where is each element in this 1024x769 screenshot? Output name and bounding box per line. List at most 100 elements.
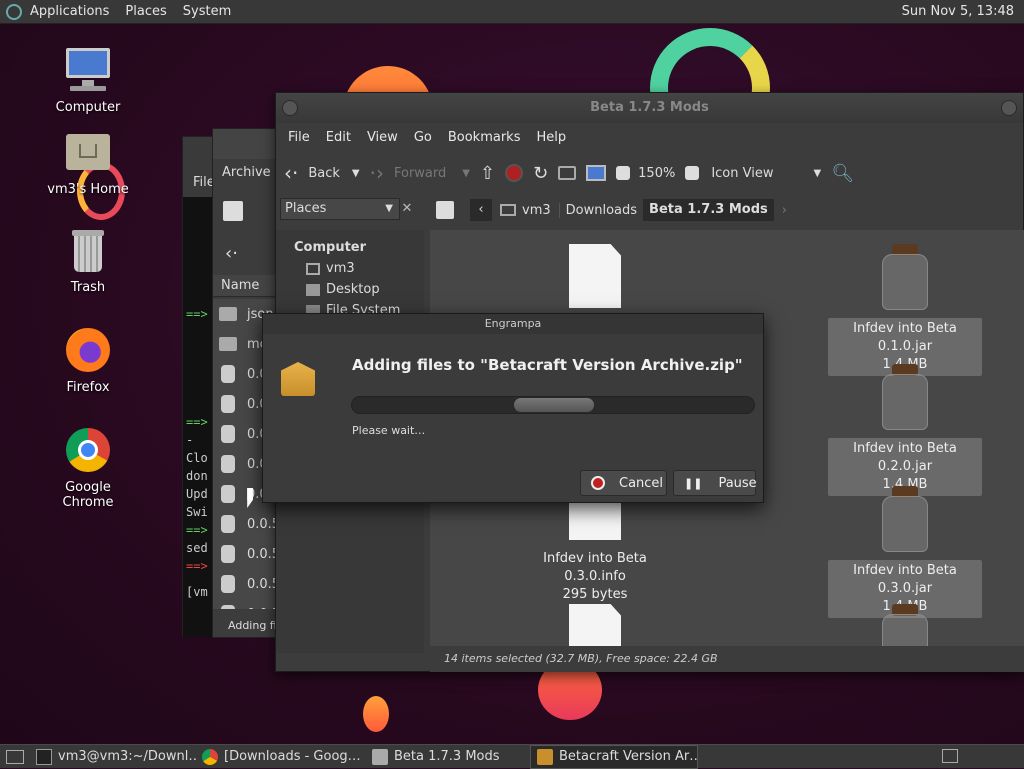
taskbar-item[interactable]: Beta 1.7.3 Mods bbox=[366, 745, 530, 769]
menu-go[interactable]: Go bbox=[406, 130, 440, 145]
places-select[interactable]: Places ▼ bbox=[280, 198, 400, 220]
jar-file-icon bbox=[882, 244, 928, 310]
menu-view[interactable]: View bbox=[359, 130, 406, 145]
file-item[interactable] bbox=[518, 244, 672, 316]
breadcrumb-right-icon[interactable]: › bbox=[774, 203, 795, 218]
cancel-button[interactable]: Cancel bbox=[580, 470, 667, 496]
forward-label: Forward bbox=[393, 165, 447, 181]
menu-help[interactable]: Help bbox=[528, 130, 574, 145]
reload-icon[interactable]: ↻ bbox=[533, 163, 548, 184]
zoom-in-icon[interactable] bbox=[685, 166, 700, 180]
menu-edit[interactable]: Edit bbox=[318, 130, 359, 145]
edit-location-icon[interactable] bbox=[436, 201, 454, 219]
places-menu[interactable]: Places bbox=[117, 4, 174, 19]
status-bar: 14 items selected (32.7 MB), Free space:… bbox=[430, 646, 1024, 672]
menu-bookmarks[interactable]: Bookmarks bbox=[440, 130, 529, 145]
top-panel: Applications Places System Sun Nov 5, 13… bbox=[0, 0, 1024, 24]
column-header-name[interactable]: Name bbox=[213, 275, 283, 297]
search-icon[interactable]: 🔍︎ bbox=[831, 163, 854, 184]
file-item[interactable]: Infdev into Beta 0.3.0.info 295 bytes bbox=[518, 486, 672, 606]
clock[interactable]: Sun Nov 5, 13:48 bbox=[902, 4, 1014, 19]
desktop-icon-trash[interactable]: Trash bbox=[38, 226, 138, 295]
archive-list-item[interactable]: 0.0.5 bbox=[213, 599, 283, 609]
jar-file-icon bbox=[221, 545, 235, 563]
document-icon bbox=[569, 244, 621, 308]
archive-icon bbox=[537, 748, 553, 765]
applications-menu[interactable]: Applications bbox=[22, 4, 117, 19]
archive-list-item[interactable]: 0.0.5 bbox=[213, 539, 283, 569]
taskbar-item-label: Beta 1.7.3 Mods bbox=[394, 749, 500, 764]
up-arrow-icon[interactable]: ⇧ bbox=[480, 163, 495, 184]
sidebar-item-desktop[interactable]: Desktop bbox=[306, 282, 424, 297]
chevron-down-icon: ▼ bbox=[385, 203, 393, 214]
desktop-icon-firefox[interactable]: Firefox bbox=[38, 326, 138, 395]
system-menu[interactable]: System bbox=[175, 4, 239, 19]
pause-button[interactable]: ❚❚ Pause bbox=[673, 470, 757, 496]
breadcrumb-item-current[interactable]: Beta 1.7.3 Mods bbox=[643, 199, 774, 221]
toolbar: ‹· Back ▼ ·› Forward ▼ ⇧ ↻ 150% Icon Vie… bbox=[276, 151, 1023, 195]
folder-icon bbox=[372, 748, 388, 765]
window-maximize-button[interactable] bbox=[1001, 100, 1017, 116]
jar-file-icon bbox=[221, 455, 235, 473]
jar-file-icon bbox=[221, 485, 235, 503]
desktop-icon-chrome[interactable]: Google Chrome bbox=[38, 426, 138, 510]
window-titlebar[interactable]: Beta 1.7.3 Mods bbox=[276, 93, 1023, 123]
window-menu-icon[interactable] bbox=[282, 100, 298, 116]
file-item[interactable]: Infdev into Beta 0.2.0.jar 1.4 MB bbox=[828, 364, 982, 496]
desktop-icon-computer[interactable]: Computer bbox=[38, 46, 138, 115]
back-arrow-icon[interactable]: ‹· bbox=[225, 243, 238, 264]
back-arrow-icon: ‹· bbox=[284, 161, 299, 185]
cancel-label: Cancel bbox=[619, 475, 664, 491]
forward-dropdown-icon[interactable]: ▼ bbox=[462, 168, 470, 179]
home-folder-icon bbox=[306, 262, 320, 275]
chrome-icon bbox=[202, 748, 218, 765]
close-sidebar-icon[interactable]: ✕ bbox=[396, 198, 418, 220]
new-archive-icon[interactable] bbox=[223, 201, 243, 221]
workspace-switcher-icon[interactable] bbox=[942, 749, 958, 763]
taskbar-item[interactable]: vm3@vm3:~/Downl… bbox=[30, 745, 196, 769]
menu-bar: File Edit View Go Bookmarks Help bbox=[276, 123, 1023, 151]
desktop-icon-label: vm3's Home bbox=[47, 182, 129, 197]
show-desktop-icon[interactable] bbox=[6, 749, 24, 764]
sidebar-item-label: Desktop bbox=[326, 282, 380, 297]
archive-list-item[interactable]: 0.0.5 bbox=[213, 569, 283, 599]
breadcrumb-home-icon bbox=[500, 204, 516, 216]
breadcrumb-item[interactable]: Downloads bbox=[558, 202, 643, 218]
desktop-icon-home[interactable]: vm3's Home bbox=[38, 128, 138, 197]
back-dropdown-icon[interactable]: ▼ bbox=[352, 168, 360, 179]
desktop-folder-icon bbox=[306, 283, 320, 296]
breadcrumb-left-icon[interactable]: ‹ bbox=[470, 199, 492, 221]
taskbar: vm3@vm3:~/Downl… [Downloads - Goog… Beta 1… bbox=[30, 744, 698, 769]
menu-file[interactable]: File bbox=[280, 130, 318, 145]
desktop-icon-label: Firefox bbox=[66, 380, 110, 395]
forward-button[interactable]: ·› Forward ▼ bbox=[370, 161, 470, 185]
archive-list-item[interactable]: 0.0.5 bbox=[213, 509, 283, 539]
folder-icon bbox=[219, 337, 237, 351]
pause-label: Pause bbox=[718, 475, 757, 491]
zoom-out-icon[interactable] bbox=[616, 166, 631, 180]
stop-icon[interactable] bbox=[505, 164, 524, 182]
view-mode-select[interactable]: Icon View ▼ bbox=[711, 166, 821, 181]
file-item[interactable]: Infdev into Beta 0.3.0.jar 1.4 MB bbox=[828, 486, 982, 618]
progress-dialog[interactable]: Engrampa Adding files to "Betacraft Vers… bbox=[262, 313, 764, 503]
zoom-level[interactable]: 150% bbox=[638, 166, 675, 181]
taskbar-item[interactable]: Betacraft Version Ar… bbox=[530, 744, 698, 769]
file-name: Infdev into Beta 0.3.0.info bbox=[543, 551, 647, 584]
progress-bar bbox=[351, 396, 755, 414]
computer-icon[interactable] bbox=[586, 165, 607, 181]
file-item[interactable]: Infdev into Beta 0.1.0.jar 1.4 MB bbox=[828, 244, 982, 376]
sidebar-item-label: vm3 bbox=[326, 261, 355, 276]
back-button[interactable]: ‹· Back ▼ bbox=[284, 161, 360, 185]
jar-file-icon bbox=[882, 486, 928, 552]
taskbar-item-label: vm3@vm3:~/Downl… bbox=[58, 749, 196, 764]
file-name: Infdev into Beta 0.3.0.jar bbox=[853, 563, 957, 596]
sidebar-item-vm3[interactable]: vm3 bbox=[306, 261, 424, 276]
archive-window-title: Archive bbox=[222, 165, 271, 180]
jar-file-icon bbox=[221, 425, 235, 443]
home-icon[interactable] bbox=[558, 166, 577, 180]
breadcrumb-item[interactable]: vm3 bbox=[522, 203, 559, 218]
places-label: Places bbox=[285, 201, 327, 216]
location-bar: Places ▼ ✕ ‹ vm3 Downloads Beta 1.7.3 Mo… bbox=[276, 195, 1023, 229]
taskbar-item[interactable]: [Downloads - Goog… bbox=[196, 745, 366, 769]
dialog-heading: Adding files to "Betacraft Version Archi… bbox=[352, 356, 743, 374]
